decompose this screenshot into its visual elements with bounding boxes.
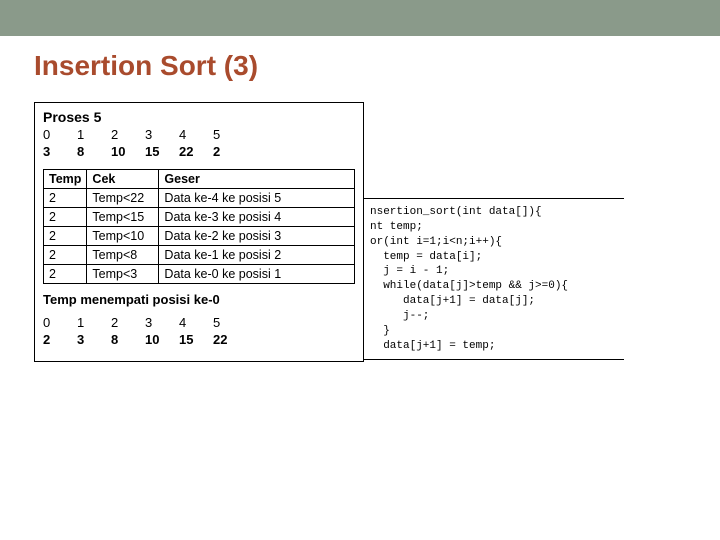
cell-cek: Temp<15 — [87, 208, 159, 227]
val-cell: 2 — [213, 144, 247, 159]
values-after-row: 2 3 8 10 15 22 — [43, 332, 355, 347]
table-row: 2 Temp<15 Data ke-3 ke posisi 4 — [44, 208, 355, 227]
val-cell: 10 — [111, 144, 145, 159]
table-row: 2 Temp<10 Data ke-2 ke posisi 3 — [44, 227, 355, 246]
process-label: Proses 5 — [43, 109, 355, 125]
idx-cell: 3 — [145, 315, 179, 330]
col-header-cek: Cek — [87, 170, 159, 189]
idx-cell: 0 — [43, 315, 77, 330]
idx-cell: 4 — [179, 315, 213, 330]
idx-cell: 1 — [77, 315, 111, 330]
val-cell: 10 — [145, 332, 179, 347]
indices-before-row: 0 1 2 3 4 5 — [43, 127, 355, 142]
cell-cek: Temp<22 — [87, 189, 159, 208]
cell-geser: Data ke-2 ke posisi 3 — [159, 227, 355, 246]
idx-cell: 1 — [77, 127, 111, 142]
col-header-temp: Temp — [44, 170, 87, 189]
col-header-geser: Geser — [159, 170, 355, 189]
top-accent-bar — [0, 0, 720, 36]
idx-cell: 5 — [213, 127, 247, 142]
cell-cek: Temp<10 — [87, 227, 159, 246]
cell-geser: Data ke-0 ke posisi 1 — [159, 265, 355, 284]
val-cell: 8 — [77, 144, 111, 159]
table-row: 2 Temp<3 Data ke-0 ke posisi 1 — [44, 265, 355, 284]
trace-table: Temp Cek Geser 2 Temp<22 Data ke-4 ke po… — [43, 169, 355, 284]
idx-cell: 3 — [145, 127, 179, 142]
cell-cek: Temp<8 — [87, 246, 159, 265]
idx-cell: 4 — [179, 127, 213, 142]
table-row: 2 Temp<8 Data ke-1 ke posisi 2 — [44, 246, 355, 265]
slide-title: Insertion Sort (3) — [0, 36, 720, 92]
code-snippet: nsertion_sort(int data[]){ nt temp; or(i… — [364, 198, 624, 360]
val-cell: 22 — [213, 332, 247, 347]
cell-geser: Data ke-3 ke posisi 4 — [159, 208, 355, 227]
val-cell: 2 — [43, 332, 77, 347]
cell-temp: 2 — [44, 246, 87, 265]
cell-geser: Data ke-1 ke posisi 2 — [159, 246, 355, 265]
cell-temp: 2 — [44, 227, 87, 246]
idx-cell: 0 — [43, 127, 77, 142]
cell-temp: 2 — [44, 208, 87, 227]
val-cell: 8 — [111, 332, 145, 347]
table-row: 2 Temp<22 Data ke-4 ke posisi 5 — [44, 189, 355, 208]
table-header-row: Temp Cek Geser — [44, 170, 355, 189]
cell-temp: 2 — [44, 265, 87, 284]
cell-temp: 2 — [44, 189, 87, 208]
val-cell: 15 — [179, 332, 213, 347]
val-cell: 15 — [145, 144, 179, 159]
indices-after-row: 0 1 2 3 4 5 — [43, 315, 355, 330]
idx-cell: 2 — [111, 315, 145, 330]
values-before-row: 3 8 10 15 22 2 — [43, 144, 355, 159]
idx-cell: 5 — [213, 315, 247, 330]
cell-geser: Data ke-4 ke posisi 5 — [159, 189, 355, 208]
val-cell: 22 — [179, 144, 213, 159]
val-cell: 3 — [43, 144, 77, 159]
idx-cell: 2 — [111, 127, 145, 142]
result-line: Temp menempati posisi ke-0 — [43, 292, 355, 307]
content-area: Proses 5 0 1 2 3 4 5 3 8 10 15 22 2 Temp… — [34, 102, 720, 362]
trace-panel: Proses 5 0 1 2 3 4 5 3 8 10 15 22 2 Temp… — [34, 102, 364, 362]
val-cell: 3 — [77, 332, 111, 347]
cell-cek: Temp<3 — [87, 265, 159, 284]
